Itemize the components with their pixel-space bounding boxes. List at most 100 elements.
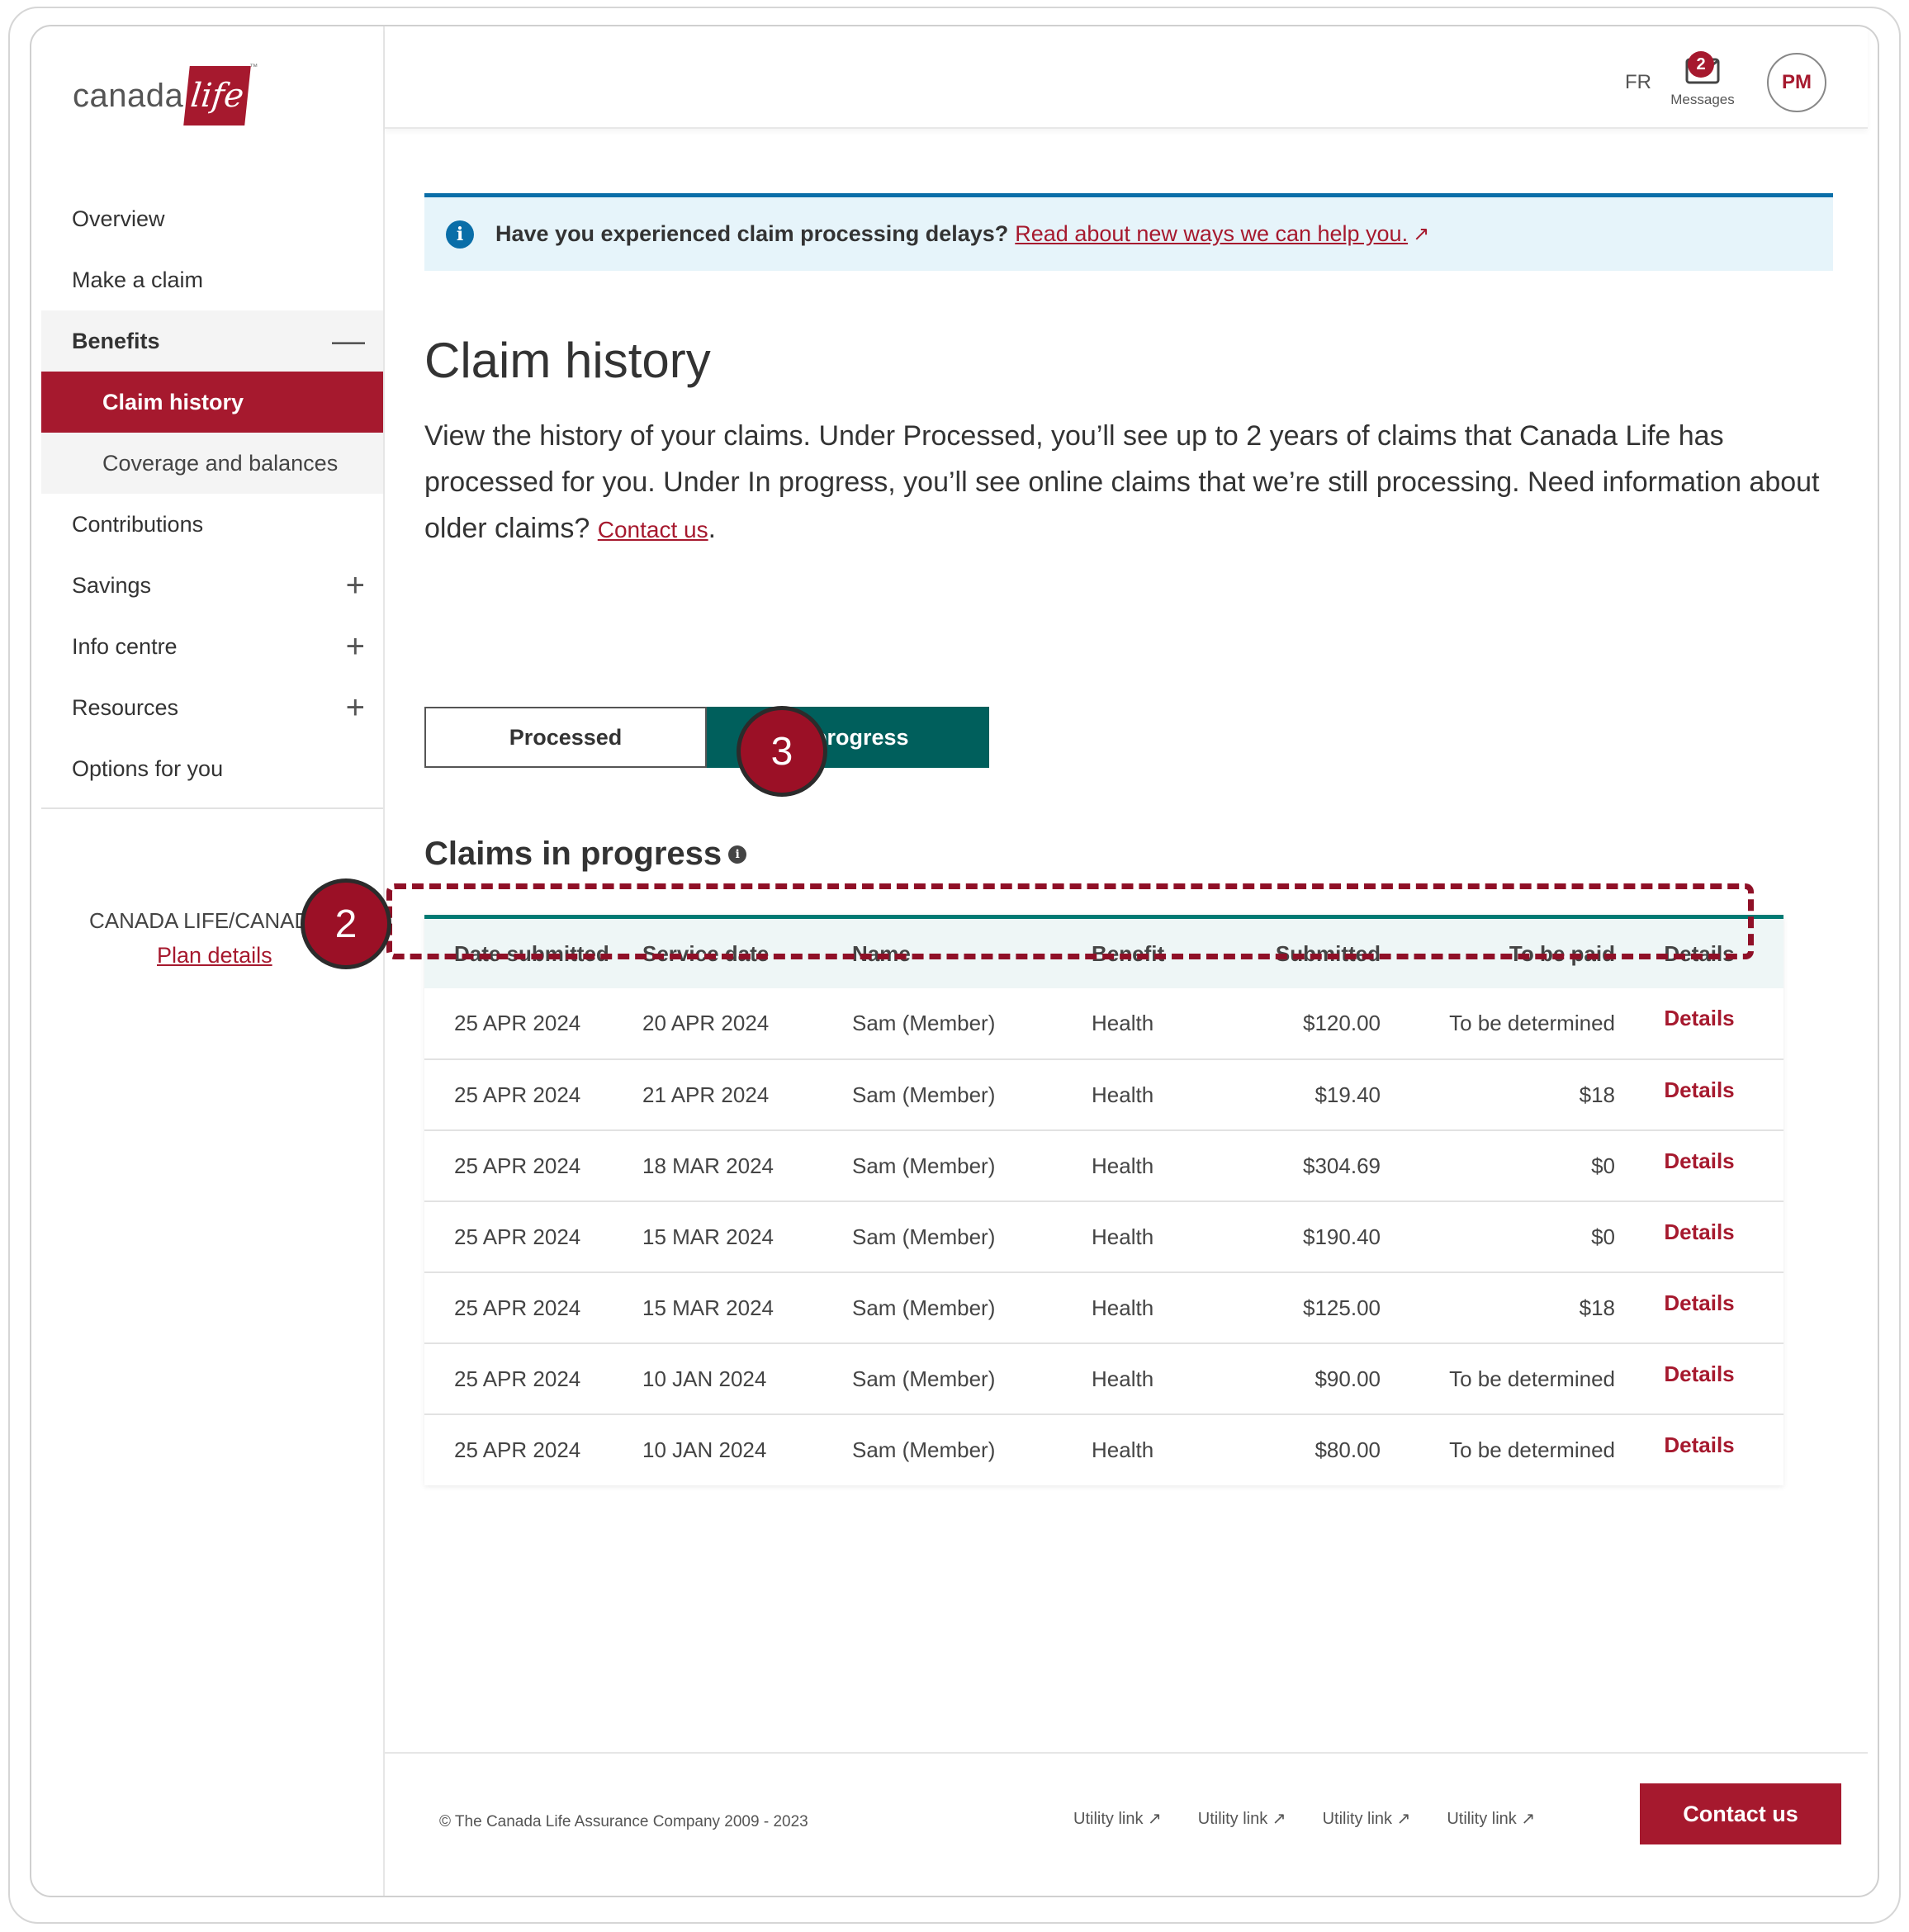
- to-be-paid-cell: To be determined: [1449, 1437, 1615, 1462]
- highlight-outline: [386, 883, 1754, 959]
- language-toggle[interactable]: FR: [1625, 71, 1651, 94]
- benefit-cell: Health: [1092, 1153, 1154, 1178]
- contact-us-link[interactable]: Contact us: [598, 517, 708, 542]
- info-alert-banner: i Have you experienced claim processing …: [424, 193, 1833, 271]
- service-date-cell: 15 MAR 2024: [642, 1224, 774, 1249]
- sidebar-item-label: Claim history: [102, 389, 244, 414]
- name-cell: Sam (Member): [852, 1437, 996, 1462]
- details-cell: Details: [1615, 1414, 1783, 1485]
- expand-icon[interactable]: +: [346, 630, 365, 663]
- table-row: 25 APR 2024 10 JAN 2024 Sam (Member) Health…: [424, 1414, 1783, 1485]
- claims-tab-toggle: Processed In progress: [424, 707, 989, 768]
- sidebar-item-contributions[interactable]: Contributions: [41, 494, 383, 555]
- claims-table: Date submitted Service date Name Benefit…: [424, 919, 1783, 1485]
- details-link[interactable]: Details: [1664, 1361, 1734, 1386]
- expand-icon[interactable]: +: [346, 691, 365, 724]
- to-be-paid-cell: $18: [1579, 1295, 1615, 1320]
- avatar[interactable]: PM: [1767, 53, 1826, 112]
- sidebar-item-benefits[interactable]: Benefits —: [41, 310, 383, 372]
- service-date-cell: 20 APR 2024: [642, 1011, 770, 1035]
- contact-us-button[interactable]: Contact us: [1640, 1783, 1841, 1844]
- table-row: 25 APR 2024 18 MAR 2024 Sam (Member) Health…: [424, 1130, 1783, 1201]
- intro-paragraph: View the history of your claims. Under P…: [424, 413, 1845, 553]
- details-cell: Details: [1615, 1130, 1783, 1201]
- utility-link[interactable]: Utility link ↗: [1323, 1808, 1411, 1829]
- sidebar-item-label: Overview: [72, 206, 165, 231]
- section-title-text: Claims in progress: [424, 836, 722, 872]
- intro-end: .: [708, 513, 717, 544]
- submitted-amount-cell: $80.00: [1315, 1437, 1381, 1462]
- logo-life-box: life: [183, 66, 252, 125]
- date-submitted-cell: 25 APR 2024: [454, 1366, 581, 1391]
- collapse-icon[interactable]: —: [332, 324, 365, 358]
- sidebar-item-make-a-claim[interactable]: Make a claim: [41, 249, 383, 310]
- name-cell: Sam (Member): [852, 1224, 996, 1249]
- submitted-amount-cell: $90.00: [1315, 1366, 1381, 1391]
- details-link[interactable]: Details: [1664, 1219, 1734, 1244]
- submitted-amount-cell: $304.69: [1303, 1153, 1381, 1178]
- details-cell: Details: [1615, 1201, 1783, 1272]
- date-submitted-cell: 25 APR 2024: [454, 1295, 581, 1320]
- copyright: © The Canada Life Assurance Company 2009…: [439, 1813, 808, 1830]
- details-link[interactable]: Details: [1664, 1290, 1734, 1315]
- plan-details-link[interactable]: Plan details: [157, 943, 272, 968]
- expand-icon[interactable]: +: [346, 569, 365, 602]
- details-link[interactable]: Details: [1664, 1148, 1734, 1173]
- canada-life-logo[interactable]: canada life ™: [73, 63, 258, 129]
- table-row: 25 APR 2024 10 JAN 2024 Sam (Member) Health…: [424, 1343, 1783, 1414]
- tab-processed[interactable]: Processed: [424, 707, 707, 768]
- section-title: Claims in progress i: [424, 836, 747, 873]
- sidebar-item-label: Savings: [72, 572, 152, 598]
- service-date-cell: 18 MAR 2024: [642, 1153, 774, 1178]
- alert-link[interactable]: Read about new ways we can help you.: [1015, 221, 1408, 247]
- logo-trademark: ™: [249, 63, 258, 72]
- utility-link[interactable]: Utility link ↗: [1198, 1808, 1286, 1829]
- alert-text: Have you experienced claim processing de…: [495, 221, 1009, 246]
- sidebar-item-claim-history[interactable]: Claim history: [41, 372, 383, 433]
- details-link[interactable]: Details: [1664, 1432, 1734, 1457]
- benefit-cell: Health: [1092, 1011, 1154, 1035]
- info-icon[interactable]: i: [728, 845, 747, 864]
- messages-label: Messages: [1670, 92, 1735, 107]
- sidebar-item-info-centre[interactable]: Info centre +: [41, 616, 383, 677]
- benefit-cell: Health: [1092, 1224, 1154, 1249]
- utility-link[interactable]: Utility link ↗: [1073, 1808, 1162, 1829]
- sidebar-nav: Overview Make a claim Benefits — Claim h…: [41, 188, 383, 799]
- details-link[interactable]: Details: [1664, 1077, 1734, 1102]
- name-cell: Sam (Member): [852, 1082, 996, 1107]
- sidebar-item-label: Options for you: [72, 755, 224, 781]
- name-cell: Sam (Member): [852, 1153, 996, 1178]
- sidebar-item-savings[interactable]: Savings +: [41, 555, 383, 616]
- sidebar-item-label: Info centre: [72, 633, 178, 659]
- external-link-icon: ↗: [1413, 223, 1430, 245]
- sidebar-item-coverage-and-balances[interactable]: Coverage and balances: [41, 433, 383, 494]
- benefit-cell: Health: [1092, 1082, 1154, 1107]
- sidebar-item-overview[interactable]: Overview: [41, 188, 383, 249]
- name-cell: Sam (Member): [852, 1295, 996, 1320]
- submitted-amount-cell: $190.40: [1303, 1224, 1381, 1249]
- benefit-cell: Health: [1092, 1437, 1154, 1462]
- service-date-cell: 15 MAR 2024: [642, 1295, 774, 1320]
- table-row: 25 APR 2024 15 MAR 2024 Sam (Member) Health…: [424, 1201, 1783, 1272]
- submitted-amount-cell: $125.00: [1303, 1295, 1381, 1320]
- to-be-paid-cell: $18: [1579, 1082, 1615, 1107]
- benefit-cell: Health: [1092, 1366, 1154, 1391]
- top-header: FR Messages 2 PM: [385, 26, 1868, 129]
- details-cell: Details: [1615, 1272, 1783, 1343]
- to-be-paid-cell: To be determined: [1449, 1366, 1615, 1391]
- service-date-cell: 10 JAN 2024: [642, 1437, 767, 1462]
- date-submitted-cell: 25 APR 2024: [454, 1153, 581, 1178]
- sidebar-item-options-for-you[interactable]: Options for you: [41, 738, 383, 799]
- date-submitted-cell: 25 APR 2024: [454, 1437, 581, 1462]
- sidebar-item-label: Contributions: [72, 511, 204, 537]
- to-be-paid-cell: $0: [1591, 1224, 1615, 1249]
- app-window: canada life ™ Overview Make a claim Bene…: [30, 25, 1879, 1897]
- name-cell: Sam (Member): [852, 1366, 996, 1391]
- utility-link[interactable]: Utility link ↗: [1447, 1808, 1535, 1829]
- sidebar-item-resources[interactable]: Resources +: [41, 677, 383, 738]
- details-link[interactable]: Details: [1664, 1006, 1734, 1030]
- service-date-cell: 10 JAN 2024: [642, 1366, 767, 1391]
- table-row: 25 APR 2024 20 APR 2024 Sam (Member) Health…: [424, 988, 1783, 1059]
- to-be-paid-cell: $0: [1591, 1153, 1615, 1178]
- table-row: 25 APR 2024 21 APR 2024 Sam (Member) Health…: [424, 1059, 1783, 1130]
